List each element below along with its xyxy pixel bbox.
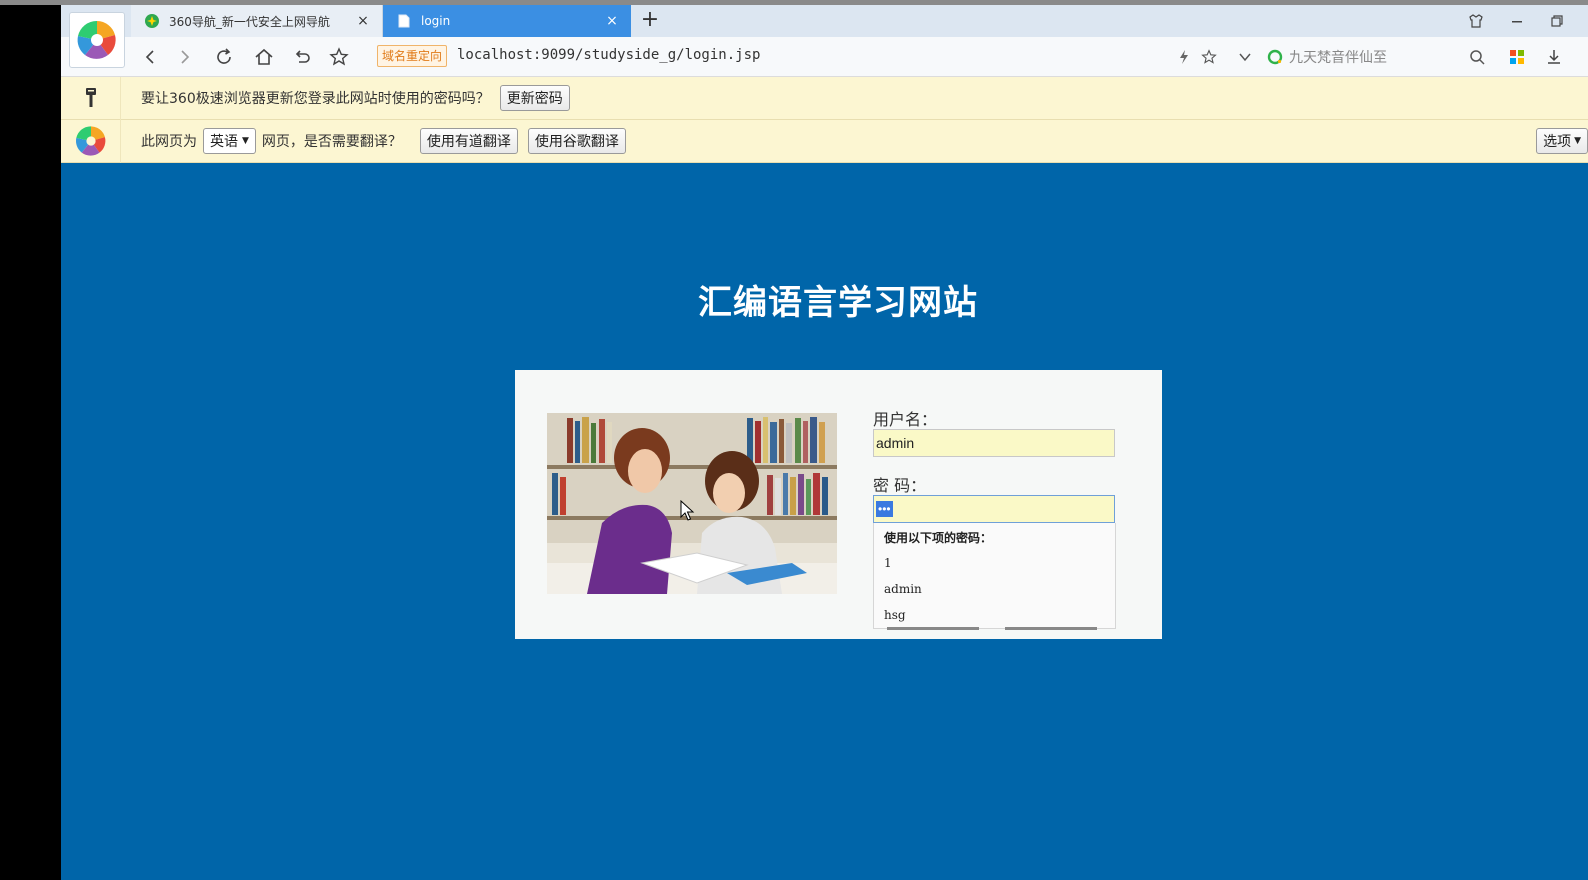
close-tab-icon[interactable]: ×: [603, 12, 621, 30]
new-tab-button[interactable]: +: [639, 9, 661, 31]
google-translate-button[interactable]: 使用谷歌翻译: [527, 128, 626, 154]
autocomplete-item[interactable]: admin: [884, 582, 922, 596]
page-content: 汇编语言学习网站 用户名： admin 密 码： ••• 使用以下项的密码： 1…: [61, 163, 1588, 880]
password-prompt-text: 要让360极速浏览器更新您登录此网站时使用的密码吗？: [141, 91, 490, 107]
translate-logo-icon: [61, 119, 121, 163]
desktop-left-edge: [0, 0, 61, 880]
lightning-icon[interactable]: [1172, 45, 1196, 69]
autocomplete-item[interactable]: 1: [884, 556, 892, 570]
chevron-down-icon: ▼: [242, 136, 249, 146]
options-button[interactable]: 选项 ▼: [1536, 128, 1588, 154]
tab-title: 360导航_新一代安全上网导航: [169, 14, 330, 29]
browser-logo[interactable]: [69, 12, 125, 68]
reset-button-edge: [1005, 627, 1097, 630]
reload-icon[interactable]: [212, 45, 236, 69]
tab-strip: 360导航_新一代安全上网导航 × login × +: [61, 5, 1588, 68]
autocomplete-item[interactable]: hsg: [884, 608, 906, 622]
redirect-badge[interactable]: 域名重定向: [377, 45, 448, 67]
search-input[interactable]: 九天梵音伴仙至: [1289, 47, 1387, 67]
options-label: 选项: [1543, 134, 1572, 150]
restore-icon[interactable]: [1547, 11, 1567, 31]
favorite-star-icon[interactable]: [327, 45, 351, 69]
tab-login[interactable]: login ×: [383, 5, 631, 37]
language-select[interactable]: 英语 ▼: [203, 128, 256, 154]
chevron-down-icon: ▼: [1574, 136, 1581, 146]
chevron-down-icon[interactable]: [1233, 45, 1257, 69]
back-icon[interactable]: [138, 45, 162, 69]
skin-icon[interactable]: [1466, 11, 1486, 31]
forward-icon[interactable]: [173, 45, 197, 69]
browser-window: 360导航_新一代安全上网导航 × login × + 域名重定向 localh…: [61, 5, 1588, 880]
search-engine-icon: [1267, 49, 1283, 65]
username-field[interactable]: admin: [873, 429, 1115, 457]
update-password-button[interactable]: 更新密码: [499, 85, 570, 111]
username-label: 用户名：: [873, 410, 938, 429]
password-field[interactable]: •••: [873, 495, 1115, 523]
bookmark-star-icon[interactable]: [1197, 45, 1221, 69]
autocomplete-header: 使用以下项的密码：: [884, 531, 993, 545]
page-title: 汇编语言学习网站: [698, 283, 978, 323]
browser-logo-icon: [77, 20, 117, 60]
360-nav-icon: [143, 12, 161, 30]
password-value: •••: [876, 501, 893, 517]
mouse-cursor-icon: [680, 500, 695, 521]
navigation-bar: 域名重定向 localhost:9099/studyside_g/login.j…: [61, 37, 1588, 77]
home-icon[interactable]: [252, 45, 276, 69]
minimize-icon[interactable]: [1507, 11, 1527, 31]
password-infobar: 要让360极速浏览器更新您登录此网站时使用的密码吗？ 更新密码: [61, 76, 1588, 120]
language-select-value: 英语: [210, 134, 238, 150]
undo-close-icon[interactable]: [290, 45, 314, 69]
translate-question-text: 网页，是否需要翻译？: [261, 134, 402, 150]
youdao-translate-button[interactable]: 使用有道翻译: [419, 128, 518, 154]
tab-360-nav[interactable]: 360导航_新一代安全上网导航 ×: [131, 5, 383, 37]
translate-infobar: 此网页为 英语 ▼ 网页，是否需要翻译？ 使用有道翻译 使用谷歌翻译 选项 ▼: [61, 119, 1588, 163]
password-autocomplete-dropdown: 使用以下项的密码： 1 admin hsg: [873, 523, 1116, 630]
translate-prefix-text: 此网页为: [141, 134, 197, 150]
download-icon[interactable]: [1542, 45, 1566, 69]
apps-grid-icon[interactable]: [1505, 45, 1529, 69]
search-box[interactable]: 九天梵音伴仙至: [1267, 43, 1487, 71]
password-label: 密 码：: [873, 476, 927, 495]
close-tab-icon[interactable]: ×: [354, 12, 372, 30]
search-icon[interactable]: [1465, 45, 1489, 69]
page-icon: [395, 12, 413, 30]
tab-title: login: [421, 14, 451, 28]
key-icon: [61, 76, 121, 120]
address-bar[interactable]: localhost:9099/studyside_g/login.jsp: [457, 47, 760, 63]
login-card: 用户名： admin 密 码： ••• 使用以下项的密码： 1 admin hs…: [515, 370, 1162, 639]
login-button-edge: [887, 627, 979, 630]
